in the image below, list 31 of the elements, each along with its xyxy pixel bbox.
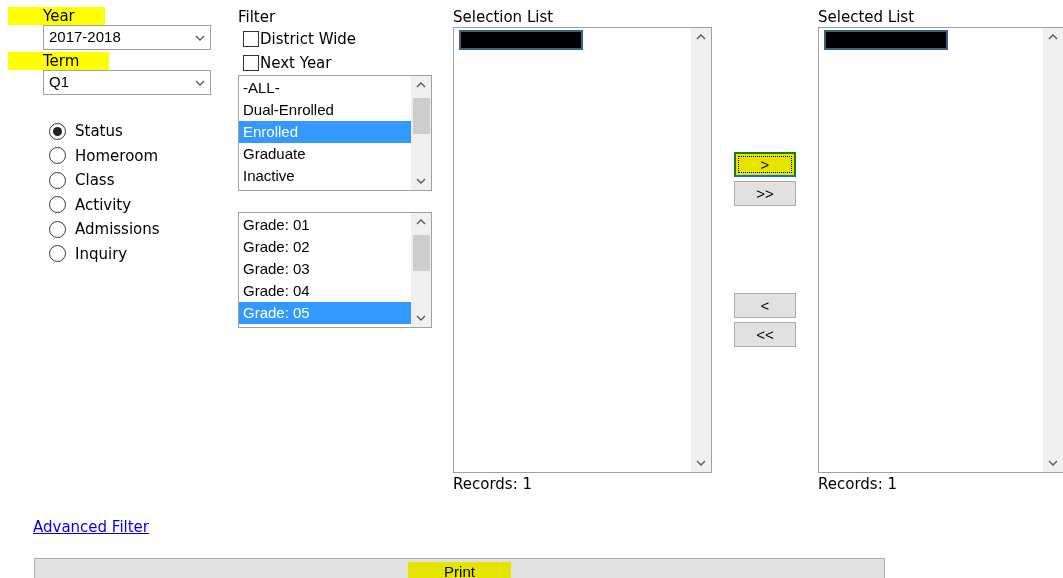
move-button[interactable]: >> <box>734 181 796 206</box>
checkbox-label: District Wide <box>260 28 357 50</box>
records-count: Records: 1 <box>453 474 533 495</box>
radio-label: Admissions <box>75 219 160 240</box>
filter-title: Filter <box>238 7 277 27</box>
list-option[interactable]: Dual-Enrolled <box>239 99 411 121</box>
print-button[interactable]: Print <box>34 558 885 578</box>
list-option[interactable]: Grade: 01 <box>239 214 411 236</box>
dropdown[interactable]: 2017-2018 <box>43 25 211 50</box>
list-option[interactable]: Graduate <box>239 143 411 165</box>
checkbox-label: Next Year <box>260 52 332 74</box>
move-button[interactable]: > <box>734 152 796 177</box>
radio-label: Class <box>75 170 115 191</box>
advanced-filter-link[interactable]: Advanced Filter <box>33 518 149 536</box>
list-option[interactable]: Grade: 04 <box>239 280 411 302</box>
move-button[interactable]: < <box>734 293 796 318</box>
list-option[interactable]: Inactive <box>239 165 411 187</box>
dropdown[interactable]: Q1 <box>43 70 211 95</box>
radio-label: Inquiry <box>75 243 128 265</box>
list-option[interactable]: -ALL- <box>239 77 411 99</box>
field-label: Term <box>8 52 110 70</box>
list-title: Selection List <box>453 7 555 27</box>
radio-label: Status <box>75 121 123 142</box>
list-option[interactable]: Grade: 02 <box>239 236 411 258</box>
radio-label: Homeroom <box>75 145 159 167</box>
field-label: Year <box>8 7 105 25</box>
radio-label: Activity <box>75 194 132 216</box>
list-title: Selected List <box>818 7 915 27</box>
list-option[interactable]: Grade: 03 <box>239 258 411 280</box>
move-button[interactable]: << <box>734 322 796 347</box>
records-count: Records: 1 <box>818 474 898 495</box>
